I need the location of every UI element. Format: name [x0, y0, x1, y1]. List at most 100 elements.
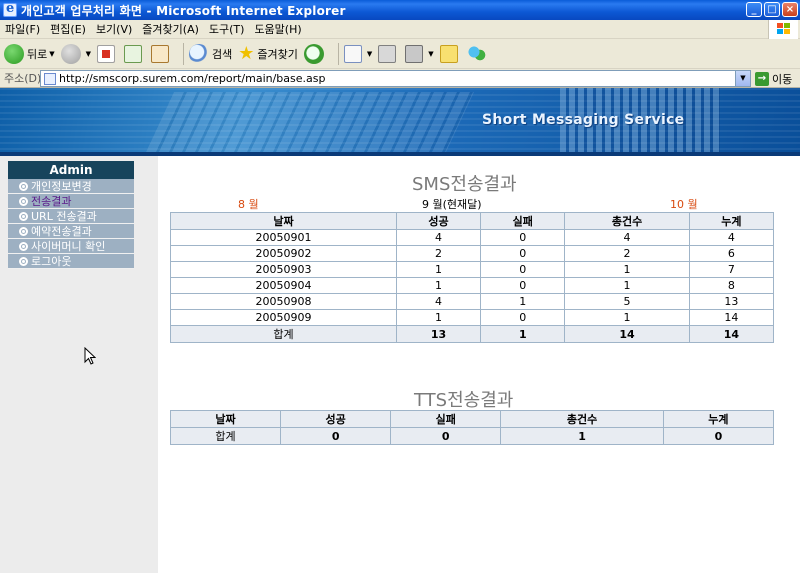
- nav-item-reserved-result[interactable]: 예약전송결과: [8, 224, 134, 239]
- window-title-bar[interactable]: 개인고객 업무처리 화면 - Microsoft Internet Explor…: [0, 0, 800, 20]
- sms-result-table: 날짜 성공 실패 총건수 누계 20050901 4 0 4 4 2005090…: [170, 212, 775, 343]
- forward-dropdown-icon[interactable]: ▼: [86, 50, 91, 58]
- minimize-button[interactable]: _: [746, 2, 762, 17]
- bullet-icon: [19, 211, 28, 221]
- table-header-row: 날짜 성공 실패 총건수 누계: [169, 410, 775, 428]
- nav-item-label: 예약전송결과: [31, 225, 92, 238]
- windows-logo: [768, 20, 798, 39]
- nav-item-label: 전송결과: [31, 195, 72, 208]
- edit-button[interactable]: ▼: [405, 44, 434, 63]
- next-month-link[interactable]: 10 월: [670, 196, 698, 212]
- page-icon: [44, 72, 56, 85]
- bullet-icon: [19, 181, 28, 191]
- nav-header: Admin: [8, 161, 134, 179]
- cell-fail: 0: [480, 277, 566, 294]
- nav-item-logout[interactable]: 로그아웃: [8, 254, 134, 269]
- maximize-button[interactable]: □: [764, 2, 780, 17]
- cell-date: 20050904: [170, 277, 397, 294]
- col-date: 날짜: [170, 212, 397, 230]
- favorites-button[interactable]: ★ 즐겨찾기: [238, 43, 298, 64]
- cell-total: 5: [564, 293, 690, 310]
- cell-success: 0: [280, 427, 392, 445]
- go-arrow-icon: →: [755, 72, 769, 86]
- forward-icon: [60, 43, 81, 64]
- forward-button[interactable]: ▼: [60, 43, 91, 64]
- tts-result-table: 날짜 성공 실패 총건수 누계 합계 0 0 1 0: [169, 410, 775, 445]
- messenger-button[interactable]: [466, 43, 490, 64]
- table-header-row: 날짜 성공 실패 총건수 누계: [170, 212, 775, 230]
- cell-success: 4: [395, 229, 482, 246]
- mail-icon: [343, 44, 362, 63]
- cell-date: 20050909: [170, 309, 397, 326]
- col-cumulative: 누계: [662, 410, 775, 428]
- cell-total: 4: [564, 229, 690, 246]
- cell-success: 1: [395, 309, 482, 326]
- cell-total-label: 합계: [169, 427, 282, 445]
- table-row: 20050901 4 0 4 4: [170, 229, 775, 246]
- refresh-button[interactable]: [124, 44, 145, 63]
- mail-dropdown-icon[interactable]: ▼: [367, 50, 372, 58]
- nav-item-cybermoney[interactable]: 사이버머니 확인: [8, 239, 134, 254]
- nav-item-profile[interactable]: 개인정보변경: [8, 179, 134, 194]
- col-fail: 실패: [390, 410, 502, 428]
- nav-item-label: URL 전송결과: [31, 210, 97, 223]
- search-button[interactable]: 검색: [189, 43, 233, 64]
- cell-fail: 1: [480, 325, 566, 343]
- table-row: 20050909 1 0 1 14: [170, 309, 775, 326]
- page-content: Short Messaging Service Admin 개인정보변경 전송결…: [0, 88, 800, 573]
- table-total-row: 합계 13 1 14 14: [170, 325, 775, 343]
- stop-icon: [97, 44, 116, 63]
- edit-dropdown-icon[interactable]: ▼: [428, 50, 433, 58]
- history-button[interactable]: [303, 43, 327, 64]
- back-dropdown-icon[interactable]: ▼: [49, 50, 54, 58]
- col-success: 성공: [280, 410, 392, 428]
- cell-date: 20050902: [170, 245, 397, 262]
- back-label: 뒤로: [27, 47, 48, 61]
- table-row: 20050904 1 0 1 8: [170, 277, 775, 294]
- nav-item-label: 개인정보변경: [31, 180, 92, 193]
- cell-total: 1: [564, 309, 690, 326]
- address-url[interactable]: http://smscorp.surem.com/report/main/bas…: [59, 72, 325, 85]
- address-dropdown-icon[interactable]: ▼: [735, 71, 750, 86]
- mail-button[interactable]: ▼: [343, 44, 372, 63]
- menu-file[interactable]: 파일(F): [0, 21, 45, 37]
- search-label: 검색: [212, 47, 233, 61]
- close-button[interactable]: ×: [782, 2, 798, 17]
- prev-month-link[interactable]: 8 월: [238, 196, 259, 212]
- nav-item-send-result[interactable]: 전송결과: [8, 194, 134, 209]
- cell-fail: 0: [390, 427, 502, 445]
- address-input[interactable]: http://smscorp.surem.com/report/main/bas…: [40, 70, 751, 87]
- menu-help[interactable]: 도움말(H): [249, 21, 306, 37]
- print-button[interactable]: [378, 44, 399, 63]
- menu-view[interactable]: 보기(V): [91, 21, 137, 37]
- menu-favorites[interactable]: 즐겨찾기(A): [137, 21, 204, 37]
- table-row: 20050902 2 0 2 6: [170, 245, 775, 262]
- cell-cumulative: 13: [688, 293, 775, 310]
- cell-total-label: 합계: [170, 325, 397, 343]
- go-button[interactable]: → 이동: [755, 71, 792, 87]
- sms-title: SMS전송결과: [412, 174, 517, 195]
- cell-date: 20050901: [170, 229, 397, 246]
- month-navigation: 8 월 9 월(현재달) 10 월: [170, 196, 774, 212]
- cell-cumulative: 6: [688, 245, 775, 262]
- cell-success: 1: [395, 277, 482, 294]
- history-icon: [303, 43, 324, 64]
- nav-item-url-result[interactable]: URL 전송결과: [8, 209, 134, 224]
- back-button[interactable]: 뒤로 ▼: [4, 43, 55, 64]
- home-icon: [151, 44, 170, 63]
- stop-button[interactable]: [97, 44, 118, 63]
- home-button[interactable]: [151, 44, 172, 63]
- cell-total: 1: [500, 427, 664, 445]
- address-label: 주소(D): [4, 72, 42, 85]
- menu-edit[interactable]: 편집(E): [45, 21, 91, 37]
- admin-nav: Admin 개인정보변경 전송결과 URL 전송결과 예약전송결과 사이버머니 …: [8, 161, 134, 269]
- cell-cumulative: 0: [662, 427, 775, 445]
- cell-date: 20050903: [170, 261, 397, 278]
- col-fail: 실패: [480, 212, 566, 230]
- folder-button[interactable]: [439, 44, 461, 63]
- table-row: 20050903 1 0 1 7: [170, 261, 775, 278]
- menu-tools[interactable]: 도구(T): [204, 21, 250, 37]
- bullet-icon: [19, 196, 28, 206]
- cell-fail: 0: [480, 229, 566, 246]
- cell-fail: 0: [480, 309, 566, 326]
